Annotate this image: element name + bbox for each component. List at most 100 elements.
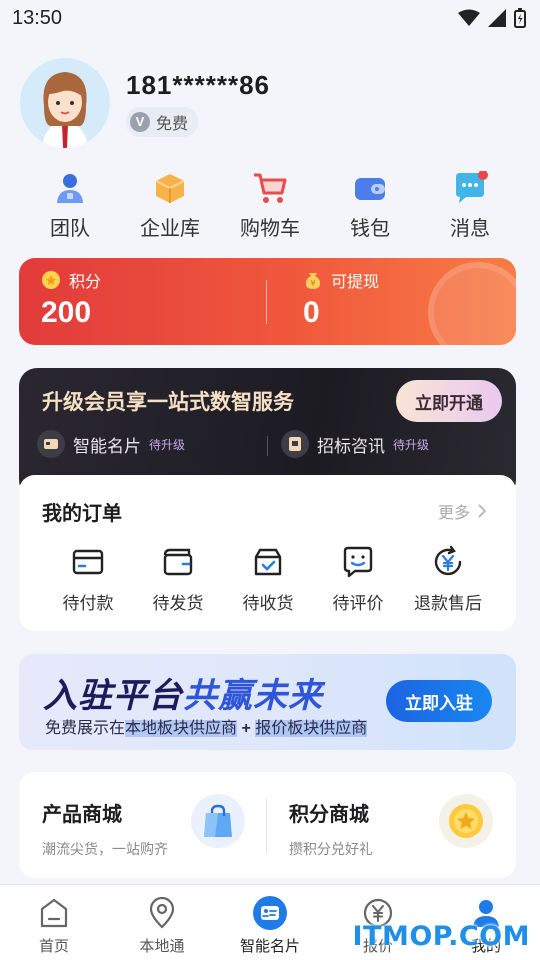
watermark: ITMOP.COM [352, 921, 530, 952]
vip-feature-label: 智能名片 [73, 436, 141, 456]
quick-item-wallet[interactable]: 钱包 [320, 168, 420, 241]
smile-chat-icon [343, 546, 373, 578]
status-icons [458, 8, 526, 28]
vip-feature-card[interactable]: 智能名片 待升级 [37, 430, 185, 458]
withdraw-label: 可提现 [331, 274, 380, 291]
quick-label: 企业库 [140, 218, 200, 240]
cart-icon [254, 173, 287, 203]
chevron-right-icon [478, 504, 486, 518]
mall-title: 产品商城 [42, 804, 122, 826]
quick-nav: 团队 企业库 购物车 钱包 消息 [20, 168, 520, 241]
profile-section[interactable]: 181******86 V 免费 [20, 58, 270, 148]
points-label: 积分 [69, 274, 102, 291]
order-label: 待评价 [332, 594, 384, 613]
smart-card-icon [253, 896, 287, 930]
banner-title-a: 入驻平台 [43, 677, 183, 715]
orders-title: 我的订单 [42, 503, 122, 525]
points-card[interactable]: 积分 200 ¥ 可提现 0 [19, 258, 516, 345]
status-time: 13:50 [12, 6, 63, 29]
coin-decoration [428, 262, 516, 345]
tab-local[interactable]: 本地通 [108, 885, 216, 960]
wallet-icon [355, 178, 385, 200]
quick-label: 团队 [50, 218, 90, 240]
withdraw-column[interactable]: ¥ 可提现 0 [303, 268, 379, 330]
points-value: 200 [41, 296, 92, 329]
banner-title: 入驻平台共赢未来 [43, 668, 323, 717]
home-icon [40, 898, 68, 928]
order-label: 退款售后 [414, 594, 482, 613]
tab-label: 智能名片 [239, 938, 300, 955]
vip-divider [267, 436, 268, 456]
vip-title: 升级会员享一站式数智服务 [42, 391, 294, 414]
tab-label: 首页 [38, 938, 69, 955]
join-now-button[interactable]: 立即入驻 [386, 680, 492, 722]
shopping-bag-icon [191, 794, 245, 848]
mall-card: 产品商城 潮流尖货，一站购齐 积分商城 攒积分兑好礼 [19, 772, 516, 878]
avatar-illustration [20, 58, 110, 148]
box-check-icon [254, 548, 282, 576]
tab-label: 本地通 [139, 938, 185, 955]
order-pending-review[interactable]: 待评价 [313, 545, 403, 614]
order-pending-receipt[interactable]: 待收货 [223, 545, 313, 614]
card-icon [72, 549, 104, 575]
membership-label: 免费 [156, 115, 189, 133]
vip-feature-tag: 待升级 [393, 437, 430, 452]
banner-sub-plus: + [241, 720, 251, 737]
bottom-nav: 首页 本地通 智能名片 报价 我的 ITMOP.COM [0, 884, 540, 960]
vip-feature-label: 招标咨讯 [317, 436, 385, 456]
membership-badge[interactable]: V 免费 [126, 106, 199, 137]
quick-label: 钱包 [350, 218, 390, 240]
points-mall-entry[interactable]: 积分商城 攒积分兑好礼 [289, 798, 373, 859]
quick-label: 购物车 [240, 218, 300, 240]
tab-smart-card[interactable]: 智能名片 [216, 885, 324, 960]
message-icon [456, 171, 488, 203]
banner-subtitle: 免费展示在本地板块供应商 + 报价板块供应商 [45, 714, 368, 738]
mall-subtitle: 潮流尖货，一站购齐 [42, 841, 168, 857]
tab-home[interactable]: 首页 [0, 885, 108, 960]
banner-title-b: 共赢未来 [183, 677, 323, 715]
battery-icon [514, 8, 526, 28]
svg-text:¥: ¥ [310, 279, 315, 288]
vip-feature-tag: 待升级 [149, 437, 186, 452]
order-label: 待付款 [62, 594, 114, 613]
product-mall-entry[interactable]: 产品商城 潮流尖货，一站购齐 [42, 798, 168, 859]
activate-vip-button[interactable]: 立即开通 [396, 380, 502, 422]
orders-more-label: 更多 [437, 505, 470, 522]
order-refund[interactable]: 退款售后 [403, 545, 493, 614]
withdraw-value: 0 [303, 296, 320, 329]
wallet-out-icon [163, 548, 193, 576]
yuan-refund-icon [434, 545, 462, 576]
banner-sub-a: 免费展示在 [45, 720, 126, 737]
mall-divider [266, 798, 267, 852]
vip-level-icon: V [130, 111, 150, 132]
quick-item-messages[interactable]: 消息 [420, 168, 520, 241]
vip-feature-bidding[interactable]: 招标咨讯 待升级 [281, 430, 429, 458]
mall-subtitle: 攒积分兑好礼 [289, 841, 373, 857]
wifi-icon [458, 9, 480, 26]
box-icon [155, 174, 185, 203]
business-card-icon [37, 430, 65, 458]
phone-number: 181******86 [126, 69, 271, 100]
join-platform-banner[interactable]: 入驻平台共赢未来 免费展示在本地板块供应商 + 报价板块供应商 立即入驻 [19, 654, 516, 750]
status-bar: 13:50 [0, 0, 540, 36]
points-divider [266, 280, 267, 324]
orders-more-link[interactable]: 更多 [438, 499, 486, 523]
order-pending-payment[interactable]: 待付款 [43, 545, 133, 614]
order-label: 待收货 [242, 594, 294, 613]
avatar[interactable] [20, 58, 110, 148]
team-icon [57, 174, 83, 203]
order-label: 待发货 [152, 594, 204, 613]
my-orders-card: 我的订单 更多 待付款 待发货 待收货 待评价 退款售后 [19, 475, 516, 631]
signal-icon [488, 9, 506, 27]
order-pending-shipment[interactable]: 待发货 [133, 545, 223, 614]
bidding-doc-icon [281, 430, 309, 458]
mall-title: 积分商城 [289, 804, 369, 826]
quick-item-enterprise[interactable]: 企业库 [120, 168, 220, 241]
points-column[interactable]: 积分 200 [41, 268, 101, 330]
money-bag-icon: ¥ [305, 273, 321, 289]
coin-icon [42, 271, 60, 289]
quick-item-cart[interactable]: 购物车 [220, 168, 320, 241]
location-pin-icon [149, 896, 175, 929]
banner-sub-d: 报价板块供应商 [255, 720, 368, 737]
quick-item-team[interactable]: 团队 [20, 168, 120, 241]
